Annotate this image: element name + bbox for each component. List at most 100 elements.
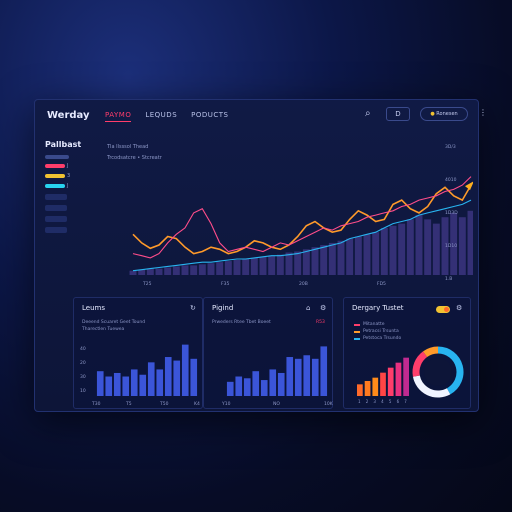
main-bar	[337, 240, 345, 275]
main-y-tick: 1D3D	[445, 210, 458, 216]
x-tick: T5	[125, 401, 132, 407]
sidebar-item-6[interactable]	[45, 216, 67, 222]
bar	[269, 369, 277, 396]
x-tick: Y10	[221, 401, 231, 407]
x-tick: K4	[194, 401, 200, 407]
main-bar	[285, 252, 293, 275]
donut-hole	[424, 358, 452, 386]
bar	[190, 358, 198, 396]
main-bar	[363, 234, 371, 275]
main-bar	[164, 267, 172, 275]
panel-toggle[interactable]	[436, 306, 450, 313]
bar	[380, 372, 386, 396]
x-tick: 1	[358, 399, 361, 404]
bar	[96, 371, 104, 396]
donut-slice	[423, 346, 439, 358]
main-nav: PAYMO LEQUDS PODUCTS	[105, 111, 229, 122]
top-bar: Werday PAYMO LEQUDS PODUCTS ⌕ D ● Ronese…	[35, 100, 487, 132]
brand-logo[interactable]: Werday	[47, 110, 90, 121]
main-bar	[320, 245, 328, 275]
y-tick: 30	[80, 374, 86, 380]
panel-dergary: Dergary Tustet ⚙ Mitanatte Petracsi Trsu…	[343, 297, 471, 409]
menu-icon[interactable]: ⋮	[479, 108, 487, 117]
main-bar	[302, 249, 310, 275]
search-icon[interactable]: ⌕	[365, 108, 377, 120]
sidebar-item-5[interactable]	[45, 205, 67, 211]
bar	[113, 372, 121, 396]
main-bar	[259, 256, 267, 275]
main-y-tick: 4010	[445, 177, 457, 183]
x-tick: NO	[273, 401, 280, 407]
x-tick: 5	[389, 399, 392, 404]
nav-tab-poducts[interactable]: PODUCTS	[191, 111, 228, 122]
main-bar	[224, 261, 232, 275]
main-bar	[268, 255, 276, 275]
donut-slice	[412, 351, 428, 377]
x-tick: 6	[397, 399, 400, 404]
sidebar-item-4[interactable]	[45, 194, 67, 200]
main-bar	[380, 227, 388, 275]
nav-tab-lequds[interactable]: LEQUDS	[145, 111, 177, 122]
user-pill[interactable]: ● Ronesen	[420, 107, 468, 121]
main-bar	[146, 268, 154, 275]
panel-dergary-donut-chart	[412, 346, 464, 398]
sidebar-item-2[interactable]: 3	[45, 173, 93, 179]
x-tick: T50	[159, 401, 169, 407]
bar	[387, 367, 394, 396]
main-line-chart: T25 F35 20B FD5	[129, 176, 473, 287]
bar	[130, 369, 138, 396]
bar	[395, 362, 402, 396]
settings-icon[interactable]: ⚙	[456, 304, 462, 312]
user-icon: ●	[430, 111, 435, 117]
bar	[105, 376, 113, 396]
bar	[156, 369, 164, 396]
main-bar	[424, 219, 432, 275]
toolbar-button[interactable]: D	[386, 107, 410, 121]
panel-leums: Leums ↻ Deeend Scuaret Geet Tound Tharec…	[73, 297, 203, 409]
sidebar-subtitle-bar	[45, 155, 69, 159]
y-tick: 40	[80, 346, 86, 352]
main-bar	[242, 258, 250, 275]
main-x-tick: T25	[142, 281, 152, 287]
main-bar	[181, 265, 189, 275]
bar	[164, 357, 172, 396]
sidebar-item-mark: J	[67, 183, 69, 189]
main-y-axis: 3D/3 4010 1D3D 1D10 1.B	[445, 144, 458, 282]
nav-tab-paymo[interactable]: PAYMO	[105, 111, 132, 122]
sidebar-item-mark: J	[67, 163, 69, 169]
bar	[226, 381, 234, 396]
bar	[252, 371, 260, 396]
main-bar	[129, 270, 137, 275]
main-bar	[233, 260, 241, 275]
main-bar	[311, 247, 319, 275]
panel-pigind: Pigind ⌂ ⚙ Prweders Rtee Tbet Boeet R53 …	[203, 297, 334, 409]
bar	[243, 378, 251, 396]
sidebar-item-7[interactable]	[45, 227, 67, 233]
sidebar: Pallbast J 3 J	[45, 140, 93, 290]
main-bar	[276, 254, 284, 275]
bar	[364, 381, 371, 396]
main-bar	[207, 263, 215, 275]
main-x-tick: F35	[221, 281, 229, 287]
main-bar	[346, 238, 354, 275]
sidebar-item-3[interactable]: J	[45, 183, 93, 189]
bar	[311, 358, 319, 396]
main-y-tick: 3D/3	[445, 144, 456, 150]
bar	[286, 357, 294, 396]
bar	[294, 358, 302, 396]
main-bar	[172, 266, 180, 275]
main-bar	[372, 232, 380, 275]
y-tick: 20	[80, 360, 86, 366]
main-bar	[198, 264, 206, 275]
sidebar-item-1[interactable]: J	[45, 163, 93, 169]
panel-leums-bar-chart: 40 20 30 10 T30 T5 T50 K4	[80, 344, 200, 407]
main-bar	[328, 242, 336, 275]
bar	[235, 376, 243, 396]
main-bar	[432, 223, 440, 275]
sidebar-item-swatch	[45, 184, 65, 188]
main-bar	[294, 251, 302, 275]
main-x-tick: 20B	[299, 281, 308, 287]
main-y-tick: 1D10	[445, 243, 457, 249]
x-tick: 3	[373, 399, 376, 404]
bar	[303, 355, 311, 396]
